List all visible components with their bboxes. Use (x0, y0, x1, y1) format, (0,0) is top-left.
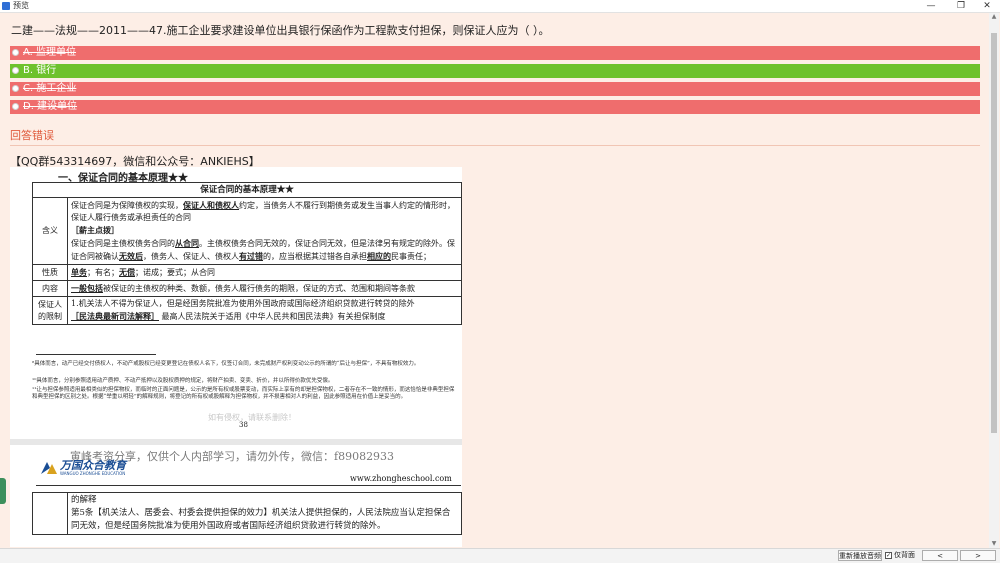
row-content: 保证合同是为保障债权的实现，保证人和债权人约定，当债务人不履行到期债务或发生当事… (67, 197, 462, 265)
radio-icon (12, 49, 19, 56)
text: 1.机关法人不得为保证人，但是经国务院批准为使用外国政府或国际经济组织贷款进行转… (71, 299, 415, 308)
option-b[interactable]: B. 银行 (10, 64, 980, 78)
row-label: 内容 (32, 280, 68, 297)
table-row: 性质 单务；有名；无偿；诺成；要式；从合同 (32, 264, 462, 281)
next-button[interactable]: > (960, 550, 996, 561)
text: 保证合同是为保障债权的实现， (71, 201, 183, 210)
back-only-label: 仅背面 (894, 551, 915, 559)
scanned-document: 一、保证合同的基本原理★★ 保证合同的基本原理★★ 含义 保证合同是为保障债权的… (10, 167, 462, 547)
continued-table: 的解释第5条【机关法人、居委会、村委会提供担保的效力】机关法人提供担保的，人民法… (32, 492, 462, 535)
option-d[interactable]: D. 建设单位 (10, 100, 980, 114)
text: ；诺成；要式；从合同 (135, 268, 215, 277)
table-row: 的解释第5条【机关法人、居委会、村委会提供担保的效力】机关法人提供担保的，人民法… (32, 492, 462, 535)
text: 无偿 (119, 267, 135, 277)
back-only-checkbox[interactable]: ✓ (885, 552, 892, 559)
table-title: 保证合同的基本原理★★ (32, 182, 462, 198)
answer-result: 回答错误 (10, 129, 54, 142)
close-button[interactable]: ✕ (974, 0, 1000, 12)
side-handle[interactable] (0, 478, 6, 504)
tip-label: ［薪主点拨］ (71, 225, 119, 235)
app-icon (2, 2, 10, 10)
footnote: ¹¹让与担保参照适用最相类似的担保物权，而临时的正面问题是，公示的是所有权或股票… (32, 387, 455, 400)
text: 第5条【机关法人、居委会、村委会提供担保的效力】机关法人提供担保的，人民法院应当… (71, 508, 451, 531)
header-rule (36, 485, 461, 486)
logo: 万国众合教育 WANGUO ZHONGHE EDUCATION (40, 456, 140, 480)
row-content: 一般包括被保证的主债权的种类、数额，债务人履行债务的期限，保证的方式、范围和期间… (67, 280, 462, 297)
logo-subtitle: WANGUO ZHONGHE EDUCATION (60, 471, 126, 476)
text: 有过错 (239, 251, 263, 261)
option-label: C. 施工企业 (23, 83, 77, 94)
site-url: www.zhongheschool.com (350, 474, 452, 483)
logo-icon (41, 462, 57, 474)
text: 保证人和债权人 (183, 200, 239, 210)
page-gap (10, 439, 462, 445)
text: 的解释 (71, 495, 97, 505)
text: 最高人民法院关于适用《中华人民共和国民法典》有关担保制度 (161, 312, 386, 321)
text: 民事责任； (391, 252, 431, 261)
row-content: 单务；有名；无偿；诺成；要式；从合同 (67, 264, 462, 281)
scrollbar-thumb[interactable] (991, 33, 997, 433)
maximize-button[interactable]: ❐ (948, 0, 974, 12)
table-row: 含义 保证合同是为保障债权的实现，保证人和债权人约定，当债务人不履行到期债务或发… (32, 197, 462, 265)
text: ；有名； (87, 268, 119, 277)
radio-icon (12, 67, 19, 74)
text: ［民法典最新司法解释］ (71, 311, 159, 321)
radio-icon (12, 103, 19, 110)
text: 相应的 (367, 251, 391, 261)
scroll-down-icon[interactable]: ▼ (989, 540, 999, 548)
window-title: 预览 (13, 1, 29, 10)
principle-table: 保证合同的基本原理★★ 含义 保证合同是为保障债权的实现，保证人和债权人约定，当… (32, 182, 462, 325)
option-label: D. 建设单位 (23, 101, 78, 112)
row-label: 保证人的限制 (32, 296, 68, 325)
row-label: 性质 (32, 264, 68, 281)
footnote-rule (36, 354, 156, 355)
scroll-up-icon[interactable]: ▲ (989, 13, 999, 21)
page-number: 38 (239, 421, 248, 429)
vertical-scrollbar[interactable]: ▲ ▼ (989, 13, 999, 548)
option-label: B. 银行 (23, 65, 57, 76)
radio-icon (12, 85, 19, 92)
bottom-bar: 重新播放音频 ✓ 仅背面 < > (0, 548, 1000, 563)
option-c[interactable]: C. 施工企业 (10, 82, 980, 96)
option-label: A. 监理单位 (23, 47, 77, 58)
text: 从合同 (175, 238, 199, 248)
replay-audio-button[interactable]: 重新播放音频 (838, 550, 882, 561)
table-row: 内容 一般包括被保证的主债权的种类、数额，债务人履行债务的期限，保证的方式、范围… (32, 280, 462, 297)
table-row: 保证人的限制 1.机关法人不得为保证人，但是经国务院批准为使用外国政府或国际经济… (32, 296, 462, 325)
watermark: 如有侵权，请联系删除！ (208, 413, 296, 422)
option-a[interactable]: A. 监理单位 (10, 46, 980, 60)
row-content: 的解释第5条【机关法人、居委会、村委会提供担保的效力】机关法人提供担保的，人民法… (67, 492, 462, 535)
text: 单务 (71, 267, 87, 277)
footnote: ¹⁰具体而言，分别参照适用动产质押、不动产抵押以及股权质押的规定，将财产拍卖、变… (32, 378, 334, 384)
row-label (32, 492, 68, 535)
text: 被保证的主债权的种类、数额，债务人履行债务的期限，保证的方式、范围和期间等条款 (103, 284, 415, 293)
text: 一般包括 (71, 283, 103, 293)
text: 无效后 (119, 251, 143, 261)
prev-button[interactable]: < (922, 550, 958, 561)
minimize-button[interactable]: — (918, 0, 944, 12)
text: ，债务人、保证人、债权人 (143, 252, 239, 261)
question-text: 二建——法规——2011——47.施工企业要求建设单位出具银行保函作为工程款支付… (11, 24, 550, 37)
row-content: 1.机关法人不得为保证人，但是经国务院批准为使用外国政府或国际经济组织贷款进行转… (67, 296, 462, 325)
divider (10, 145, 980, 146)
window-titlebar: 预览 — ❐ ✕ (0, 0, 1000, 13)
text: 的，应当根据其过错各自承担 (263, 252, 367, 261)
footnote: ⁸具体而言，动产已经交付债权人，不动产或股权已经变更登记在债权人名下，仅签订合同… (32, 361, 420, 367)
text: 保证合同是主债权债务合同的 (71, 239, 175, 248)
row-label: 含义 (32, 197, 68, 265)
